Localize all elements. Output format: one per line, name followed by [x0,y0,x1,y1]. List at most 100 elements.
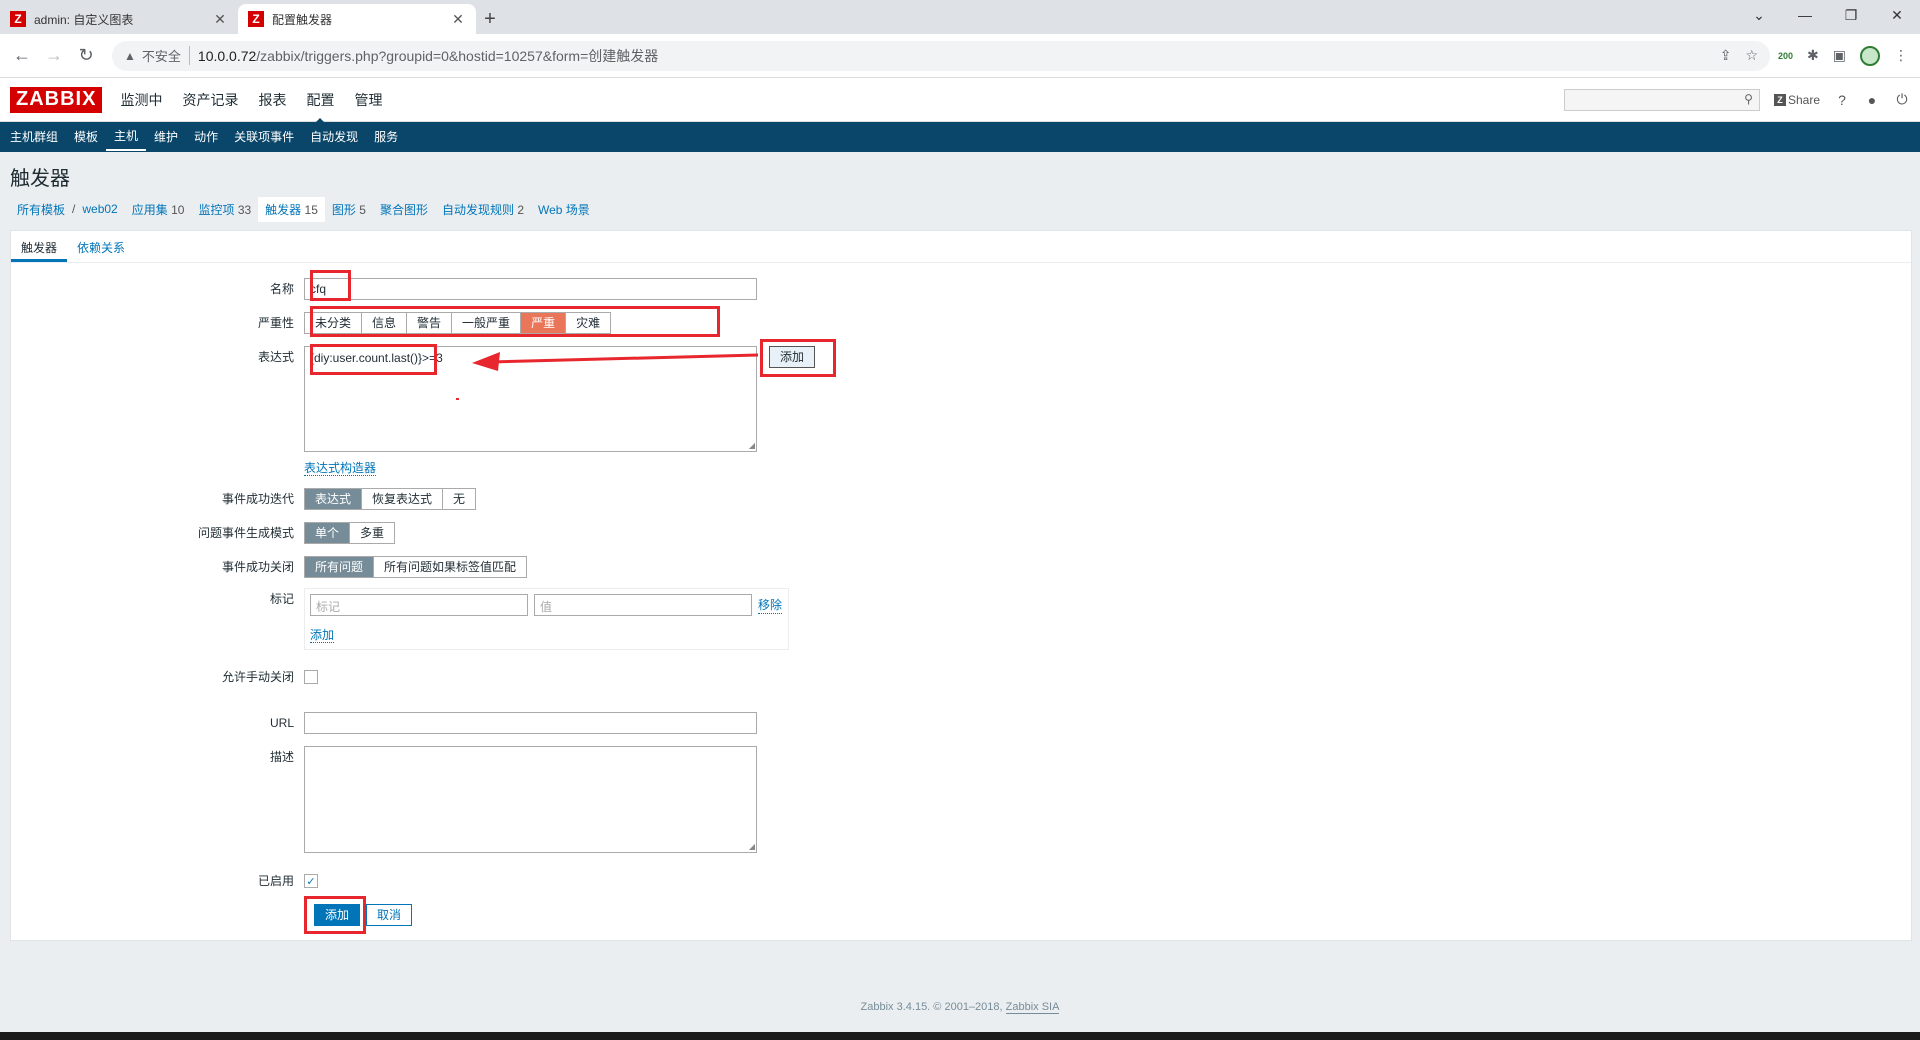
menu-kebab-icon[interactable]: ⋮ [1894,47,1908,64]
submenu-services[interactable]: 服务 [366,122,406,152]
submenu-actions[interactable]: 动作 [186,122,226,152]
zabbix-header: ZABBIX 监测中 资产记录 报表 配置 管理 ⚲ Z Share ? ● ⏻ [0,78,1920,124]
severity-label: 严重性 [257,316,294,330]
zabbix-logo[interactable]: ZABBIX [10,86,103,113]
close-icon[interactable]: ✕ [212,11,228,28]
menu-inventory[interactable]: 资产记录 [182,78,238,122]
annotation-box-add [760,339,836,377]
address-bar[interactable]: ▲ 不安全 10.0.0.72/zabbix/triggers.php?grou… [112,40,1770,71]
bookmark-star-icon[interactable]: ☆ [1745,47,1758,64]
footer-zabbix-link[interactable]: Zabbix SIA [1005,1001,1060,1014]
restore-icon[interactable]: ❐ [1828,0,1874,30]
problem-mode-selector: 单个 多重 [304,522,396,544]
menu-monitoring[interactable]: 监测中 [120,78,162,122]
extensions-puzzle-icon[interactable]: ✱ [1807,47,1819,64]
breadcrumb-graphs[interactable]: 图形 5 [325,197,373,222]
tag-add-link[interactable]: 添加 [310,628,335,643]
reload-icon[interactable]: ↻ [72,42,100,70]
submenu-correlation[interactable]: 关联项事件 [226,122,302,152]
breadcrumb-triggers[interactable]: 触发器 15 [258,196,325,222]
breadcrumb-count: 2 [517,202,524,217]
menu-configuration[interactable]: 配置 [306,78,334,124]
ok-event-expression[interactable]: 表达式 [305,489,363,509]
share-z-icon: Z [1773,93,1786,106]
tag-remove-link[interactable]: 移除 [758,596,783,614]
menu-reports[interactable]: 报表 [258,78,286,122]
close-icon[interactable]: ✕ [450,11,466,28]
name-row: 名称 cfq [11,278,757,300]
profile-avatar[interactable] [1860,45,1880,66]
problem-mode-single[interactable]: 单个 [305,523,351,543]
global-search-input[interactable]: ⚲ [1563,88,1760,111]
ok-event-recovery-expression[interactable]: 恢复表达式 [362,489,444,509]
breadcrumb-label: 应用集 [131,202,168,217]
extension-badge[interactable]: 200 [1778,51,1793,61]
breadcrumb-discovery[interactable]: 自动发现规则 2 [435,197,531,222]
breadcrumb-web[interactable]: Web 场景 [531,197,597,222]
share-link[interactable]: Z Share [1773,93,1820,107]
breadcrumb-all-templates[interactable]: 所有模板 [10,197,72,222]
tab-search-icon[interactable]: ⌄ [1736,0,1782,30]
help-icon[interactable]: ? [1834,92,1850,108]
browser-toolbar: ← → ↻ ▲ 不安全 10.0.0.72/zabbix/triggers.ph… [0,34,1920,78]
tab-dependencies[interactable]: 依赖关系 [67,231,135,262]
breadcrumb-applications[interactable]: 应用集 10 [125,197,192,222]
search-icon[interactable]: ⚲ [1744,92,1753,106]
breadcrumb-screens[interactable]: 聚合图形 [373,197,435,222]
submenu-maintenance[interactable]: 维护 [146,122,186,152]
tags-table: 标记 值 移除 添加 [304,588,789,650]
tag-value-input[interactable]: 值 [534,594,752,616]
tags-label: 标记 [269,592,294,606]
tab-trigger[interactable]: 触发器 [11,231,68,262]
sub-menu: 主机群组 模板 主机 维护 动作 关联项事件 自动发现 服务 [0,122,1920,152]
description-row: 描述 ◢ [11,746,757,853]
new-tab-button[interactable]: + [476,4,504,34]
submenu-host-groups[interactable]: 主机群组 [10,122,66,152]
problem-mode-label: 问题事件生成模式 [197,526,294,540]
share-icon[interactable]: ⇪ [1720,47,1732,64]
page-title: 触发器 [10,168,70,190]
enabled-row: 已启用 ✓ [11,870,318,892]
submenu-discovery[interactable]: 自动发现 [302,122,366,152]
ok-event-none[interactable]: 无 [443,489,476,509]
menu-administration[interactable]: 管理 [354,78,382,122]
sidepanel-icon[interactable]: ▣ [1833,47,1846,64]
expression-constructor-link[interactable]: 表达式构造器 [304,461,377,476]
url-input[interactable] [304,712,757,734]
warning-icon: ▲ [124,48,136,63]
problem-mode-multiple[interactable]: 多重 [350,523,395,543]
forward-icon[interactable]: → [40,42,68,70]
window-close-icon[interactable]: ✕ [1874,0,1920,30]
breadcrumb-label: 所有模板 [17,202,66,217]
tab-title: admin: 自定义图表 [34,12,134,27]
breadcrumb-host[interactable]: web02 [75,198,124,220]
manual-close-checkbox[interactable] [304,670,318,684]
browser-tab-trigger-config[interactable]: Z 配置触发器 ✕ [238,4,476,34]
breadcrumb-count: 15 [304,202,318,217]
browser-tab-custom-graph[interactable]: Z admin: 自定义图表 ✕ [0,4,238,34]
annotation-box-name [310,270,351,301]
logout-icon[interactable]: ⏻ [1894,91,1910,108]
ok-close-tag-match[interactable]: 所有问题如果标签值匹配 [374,557,527,577]
user-profile-icon[interactable]: ● [1864,92,1880,108]
submenu-templates[interactable]: 模板 [66,122,106,152]
ok-close-selector: 所有问题 所有问题如果标签值匹配 [304,556,528,578]
name-input[interactable]: cfq [304,278,757,300]
ok-close-all[interactable]: 所有问题 [305,557,375,577]
cancel-button[interactable]: 取消 [366,904,413,926]
manual-close-row: 允许手动关闭 [11,666,318,688]
minimize-icon[interactable]: — [1782,0,1828,30]
resize-grip-icon[interactable]: ◢ [749,842,755,851]
back-icon[interactable]: ← [8,42,36,70]
breadcrumb-count: 5 [359,202,366,217]
extension-icons: 200 ✱ ▣ ⋮ [1778,45,1912,66]
enabled-checkbox[interactable]: ✓ [304,874,318,888]
tag-name-input[interactable]: 标记 [310,594,528,616]
tab-title: 配置触发器 [272,12,333,27]
description-textarea[interactable]: ◢ [304,746,757,853]
ok-event-generation-selector: 表达式 恢复表达式 无 [304,488,477,510]
resize-grip-icon[interactable]: ◢ [749,441,755,450]
annotation-box-submit [304,896,366,934]
breadcrumb-items[interactable]: 监控项 33 [191,197,258,222]
submenu-hosts[interactable]: 主机 [106,123,147,151]
